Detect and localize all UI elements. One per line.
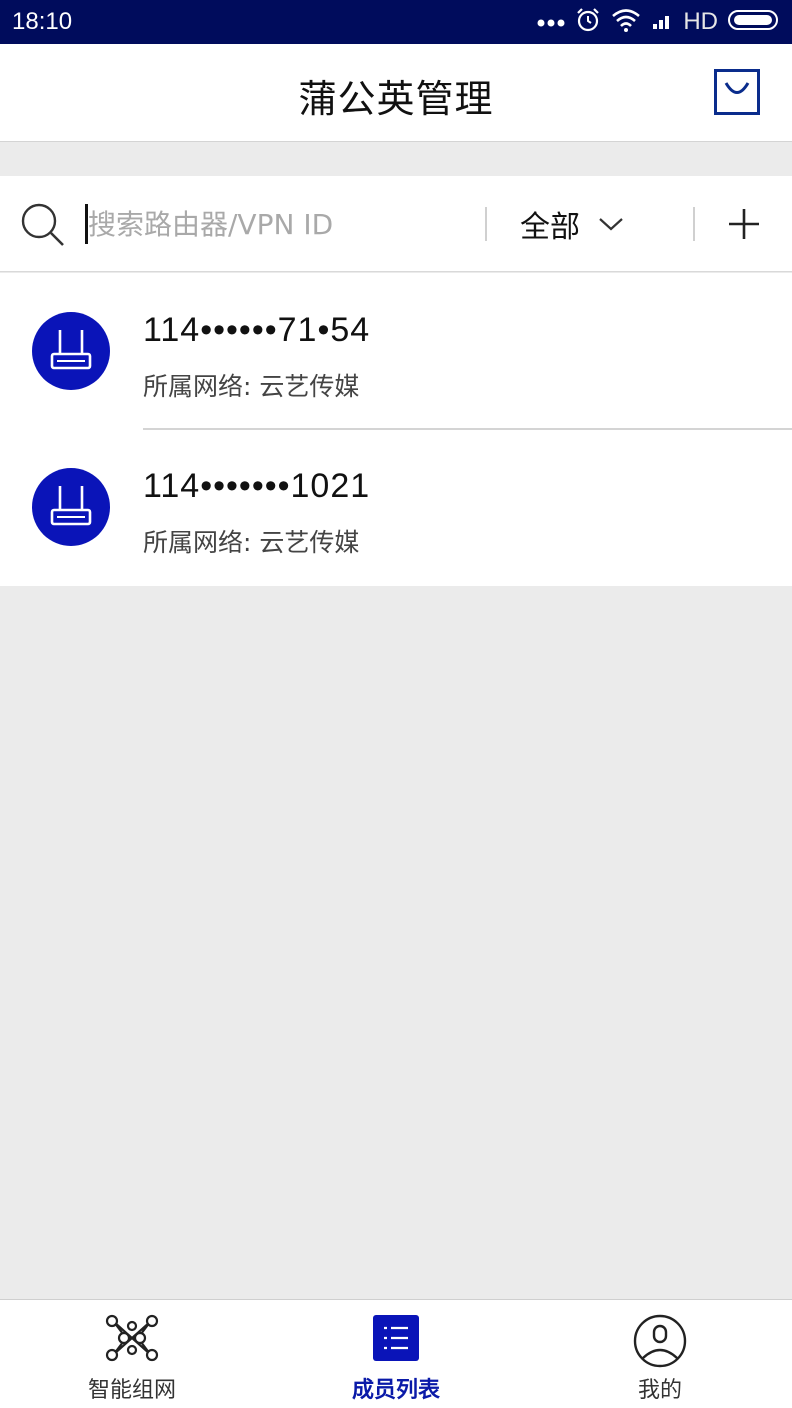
scan-bag-button[interactable] bbox=[714, 69, 760, 115]
network-type: HD bbox=[683, 8, 718, 35]
status-bar: 18:10 HD bbox=[0, 0, 792, 44]
alarm-icon bbox=[575, 7, 601, 37]
user-icon bbox=[633, 1314, 687, 1368]
network-nodes-icon bbox=[105, 1314, 159, 1362]
list-item[interactable]: 114••••••71•54 所属网络: 云艺传媒 bbox=[0, 273, 792, 430]
scan-bag-icon bbox=[724, 82, 750, 94]
filter-dropdown[interactable]: 全部 bbox=[520, 198, 624, 250]
divider bbox=[485, 207, 487, 241]
router-icon bbox=[32, 312, 110, 390]
tab-member-list[interactable]: 成员列表 bbox=[264, 1300, 528, 1408]
page-title: 蒲公英管理 bbox=[298, 77, 494, 121]
tab-label: 成员列表 bbox=[351, 1378, 440, 1403]
list-icon bbox=[373, 1315, 419, 1361]
tab-label: 我的 bbox=[637, 1378, 682, 1403]
wifi-icon bbox=[611, 8, 641, 36]
bottom-tab-bar: 智能组网 成员列表 我的 bbox=[0, 1299, 792, 1408]
tab-label: 智能组网 bbox=[87, 1378, 176, 1403]
status-time: 18:10 bbox=[12, 8, 73, 35]
search-icon[interactable] bbox=[20, 202, 66, 252]
filter-label: 全部 bbox=[520, 210, 580, 245]
status-icons: HD bbox=[537, 6, 780, 38]
member-id: 114•••••••1021 bbox=[143, 467, 371, 505]
battery-icon bbox=[728, 9, 780, 35]
member-network: 所属网络: 云艺传媒 bbox=[143, 372, 360, 401]
add-member-button[interactable] bbox=[722, 198, 766, 250]
search-bar: 全部 bbox=[0, 176, 792, 272]
divider bbox=[693, 207, 695, 241]
chevron-down-icon bbox=[599, 218, 623, 231]
title-bar: 蒲公英管理 bbox=[0, 44, 792, 142]
member-list: 114••••••71•54 所属网络: 云艺传媒 114•••••••1021… bbox=[0, 273, 792, 586]
plus-icon bbox=[729, 209, 759, 239]
router-icon bbox=[32, 468, 110, 546]
tab-smart-network[interactable]: 智能组网 bbox=[0, 1300, 264, 1408]
list-item[interactable]: 114•••••••1021 所属网络: 云艺传媒 bbox=[0, 429, 792, 585]
tab-profile[interactable]: 我的 bbox=[528, 1300, 792, 1408]
member-id: 114••••••71•54 bbox=[143, 311, 371, 349]
more-dots-icon bbox=[537, 13, 565, 32]
member-network: 所属网络: 云艺传媒 bbox=[143, 528, 360, 557]
search-input[interactable] bbox=[88, 198, 468, 250]
signal-icon bbox=[651, 10, 673, 34]
